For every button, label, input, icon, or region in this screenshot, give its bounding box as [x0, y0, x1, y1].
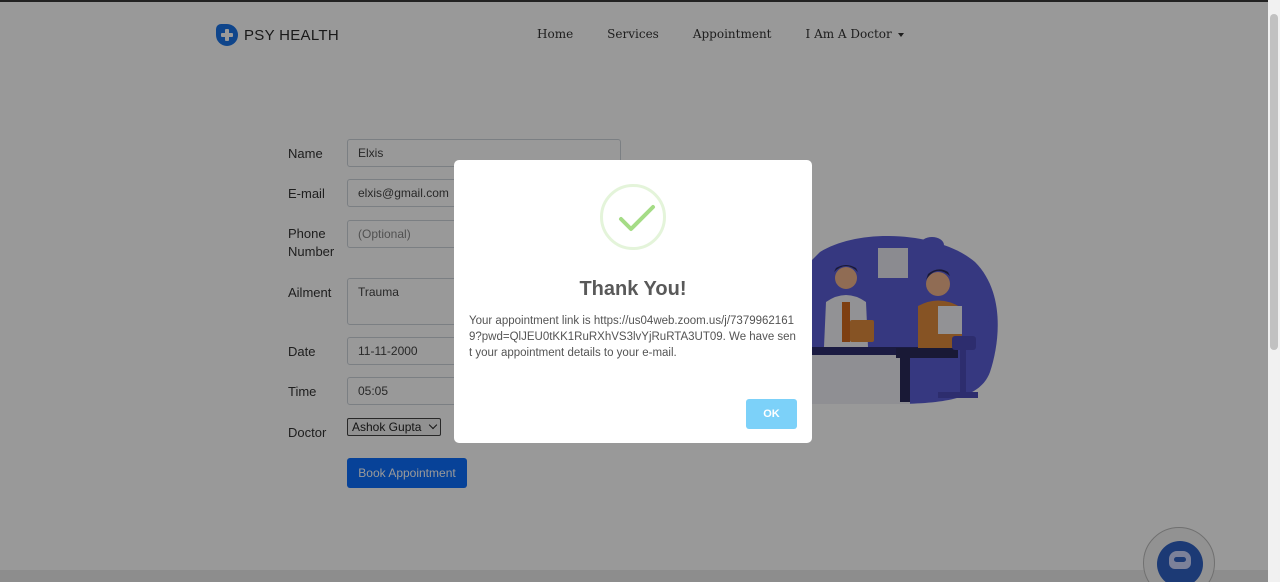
- scrollbar[interactable]: [1268, 0, 1280, 582]
- dialog-title: Thank You!: [579, 278, 687, 300]
- dialog-message: Your appointment link is https://us04web…: [469, 315, 796, 359]
- ok-button[interactable]: OK: [746, 399, 797, 429]
- success-circle: [600, 184, 666, 250]
- success-dialog: Thank You! Your appointment link is http…: [454, 160, 812, 443]
- scrollbar-thumb[interactable]: [1270, 14, 1278, 350]
- checkmark-icon: [619, 205, 655, 231]
